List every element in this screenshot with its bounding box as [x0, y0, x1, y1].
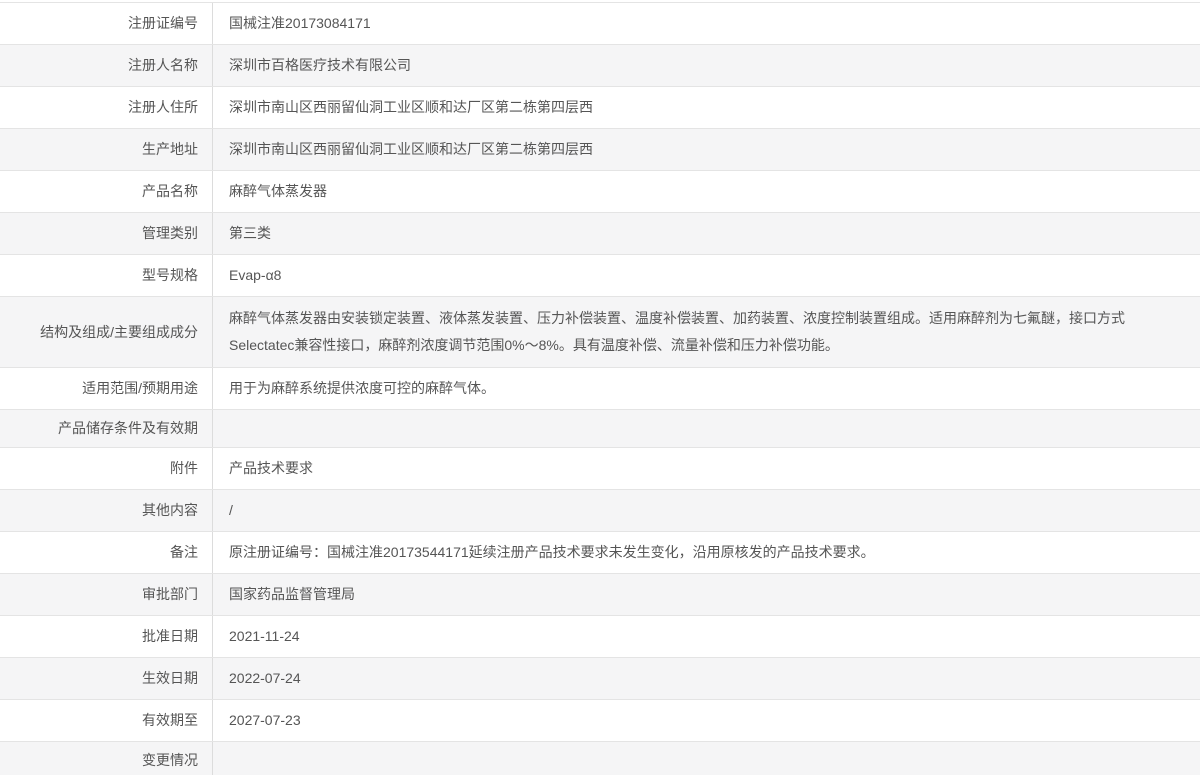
row-management-category: 管理类别 第三类	[0, 213, 1200, 255]
row-effective-date: 生效日期 2022-07-24	[0, 658, 1200, 700]
row-label: 其他内容	[0, 490, 213, 531]
row-value	[213, 410, 1200, 447]
row-structure-composition: 结构及组成/主要组成成分 麻醉气体蒸发器由安装锁定装置、液体蒸发装置、压力补偿装…	[0, 297, 1200, 368]
row-value: 2027-07-23	[229, 712, 301, 728]
row-storage-conditions: 产品储存条件及有效期	[0, 410, 1200, 448]
row-label: 管理类别	[0, 213, 213, 254]
row-value: /	[229, 502, 233, 518]
row-product-name: 产品名称 麻醉气体蒸发器	[0, 171, 1200, 213]
row-label: 注册人名称	[0, 45, 213, 86]
row-label: 产品储存条件及有效期	[0, 410, 213, 447]
row-value: 深圳市南山区西丽留仙洞工业区顺和达厂区第二栋第四层西	[229, 141, 593, 157]
row-intended-use: 适用范围/预期用途 用于为麻醉系统提供浓度可控的麻醉气体。	[0, 368, 1200, 410]
row-value: 国械注准20173084171	[229, 15, 371, 31]
row-value: 2021-11-24	[229, 628, 300, 644]
row-production-address: 生产地址 深圳市南山区西丽留仙洞工业区顺和达厂区第二栋第四层西	[0, 129, 1200, 171]
row-value: 深圳市百格医疗技术有限公司	[229, 57, 411, 73]
row-value	[213, 742, 1200, 775]
row-approval-date: 批准日期 2021-11-24	[0, 616, 1200, 658]
row-label: 注册人住所	[0, 87, 213, 128]
row-label: 注册证编号	[0, 3, 213, 44]
row-value: Evap-α8	[229, 267, 282, 283]
row-value: 产品技术要求	[229, 460, 313, 476]
row-other-content: 其他内容 /	[0, 490, 1200, 532]
row-label: 批准日期	[0, 616, 213, 657]
row-value: 第三类	[229, 225, 271, 241]
row-value: 国家药品监督管理局	[229, 586, 355, 602]
row-label: 产品名称	[0, 171, 213, 212]
row-change-status: 变更情况	[0, 742, 1200, 775]
row-value: 深圳市南山区西丽留仙洞工业区顺和达厂区第二栋第四层西	[229, 99, 593, 115]
row-registration-number: 注册证编号 国械注准20173084171	[0, 3, 1200, 45]
row-label: 生产地址	[0, 129, 213, 170]
row-remarks: 备注 原注册证编号：国械注准20173544171延续注册产品技术要求未发生变化…	[0, 532, 1200, 574]
registration-detail-table: 注册证编号 国械注准20173084171 注册人名称 深圳市百格医疗技术有限公…	[0, 2, 1200, 775]
row-value: 2022-07-24	[229, 670, 301, 686]
row-value: 麻醉气体蒸发器	[229, 183, 327, 199]
row-label: 生效日期	[0, 658, 213, 699]
row-label: 型号规格	[0, 255, 213, 296]
row-label: 变更情况	[0, 742, 213, 775]
row-value: 原注册证编号：国械注准20173544171延续注册产品技术要求未发生变化，沿用…	[229, 544, 875, 560]
row-approval-department: 审批部门 国家药品监督管理局	[0, 574, 1200, 616]
row-label: 附件	[0, 448, 213, 489]
row-label: 审批部门	[0, 574, 213, 615]
row-valid-until: 有效期至 2027-07-23	[0, 700, 1200, 742]
row-label: 备注	[0, 532, 213, 573]
row-value: 麻醉气体蒸发器由安装锁定装置、液体蒸发装置、压力补偿装置、温度补偿装置、加药装置…	[229, 310, 1125, 353]
row-registrant-address: 注册人住所 深圳市南山区西丽留仙洞工业区顺和达厂区第二栋第四层西	[0, 87, 1200, 129]
row-label: 有效期至	[0, 700, 213, 741]
row-label: 适用范围/预期用途	[0, 368, 213, 409]
row-value: 用于为麻醉系统提供浓度可控的麻醉气体。	[229, 380, 495, 396]
row-registrant-name: 注册人名称 深圳市百格医疗技术有限公司	[0, 45, 1200, 87]
row-model-spec: 型号规格 Evap-α8	[0, 255, 1200, 297]
row-attachments: 附件 产品技术要求	[0, 448, 1200, 490]
row-label: 结构及组成/主要组成成分	[0, 297, 213, 367]
